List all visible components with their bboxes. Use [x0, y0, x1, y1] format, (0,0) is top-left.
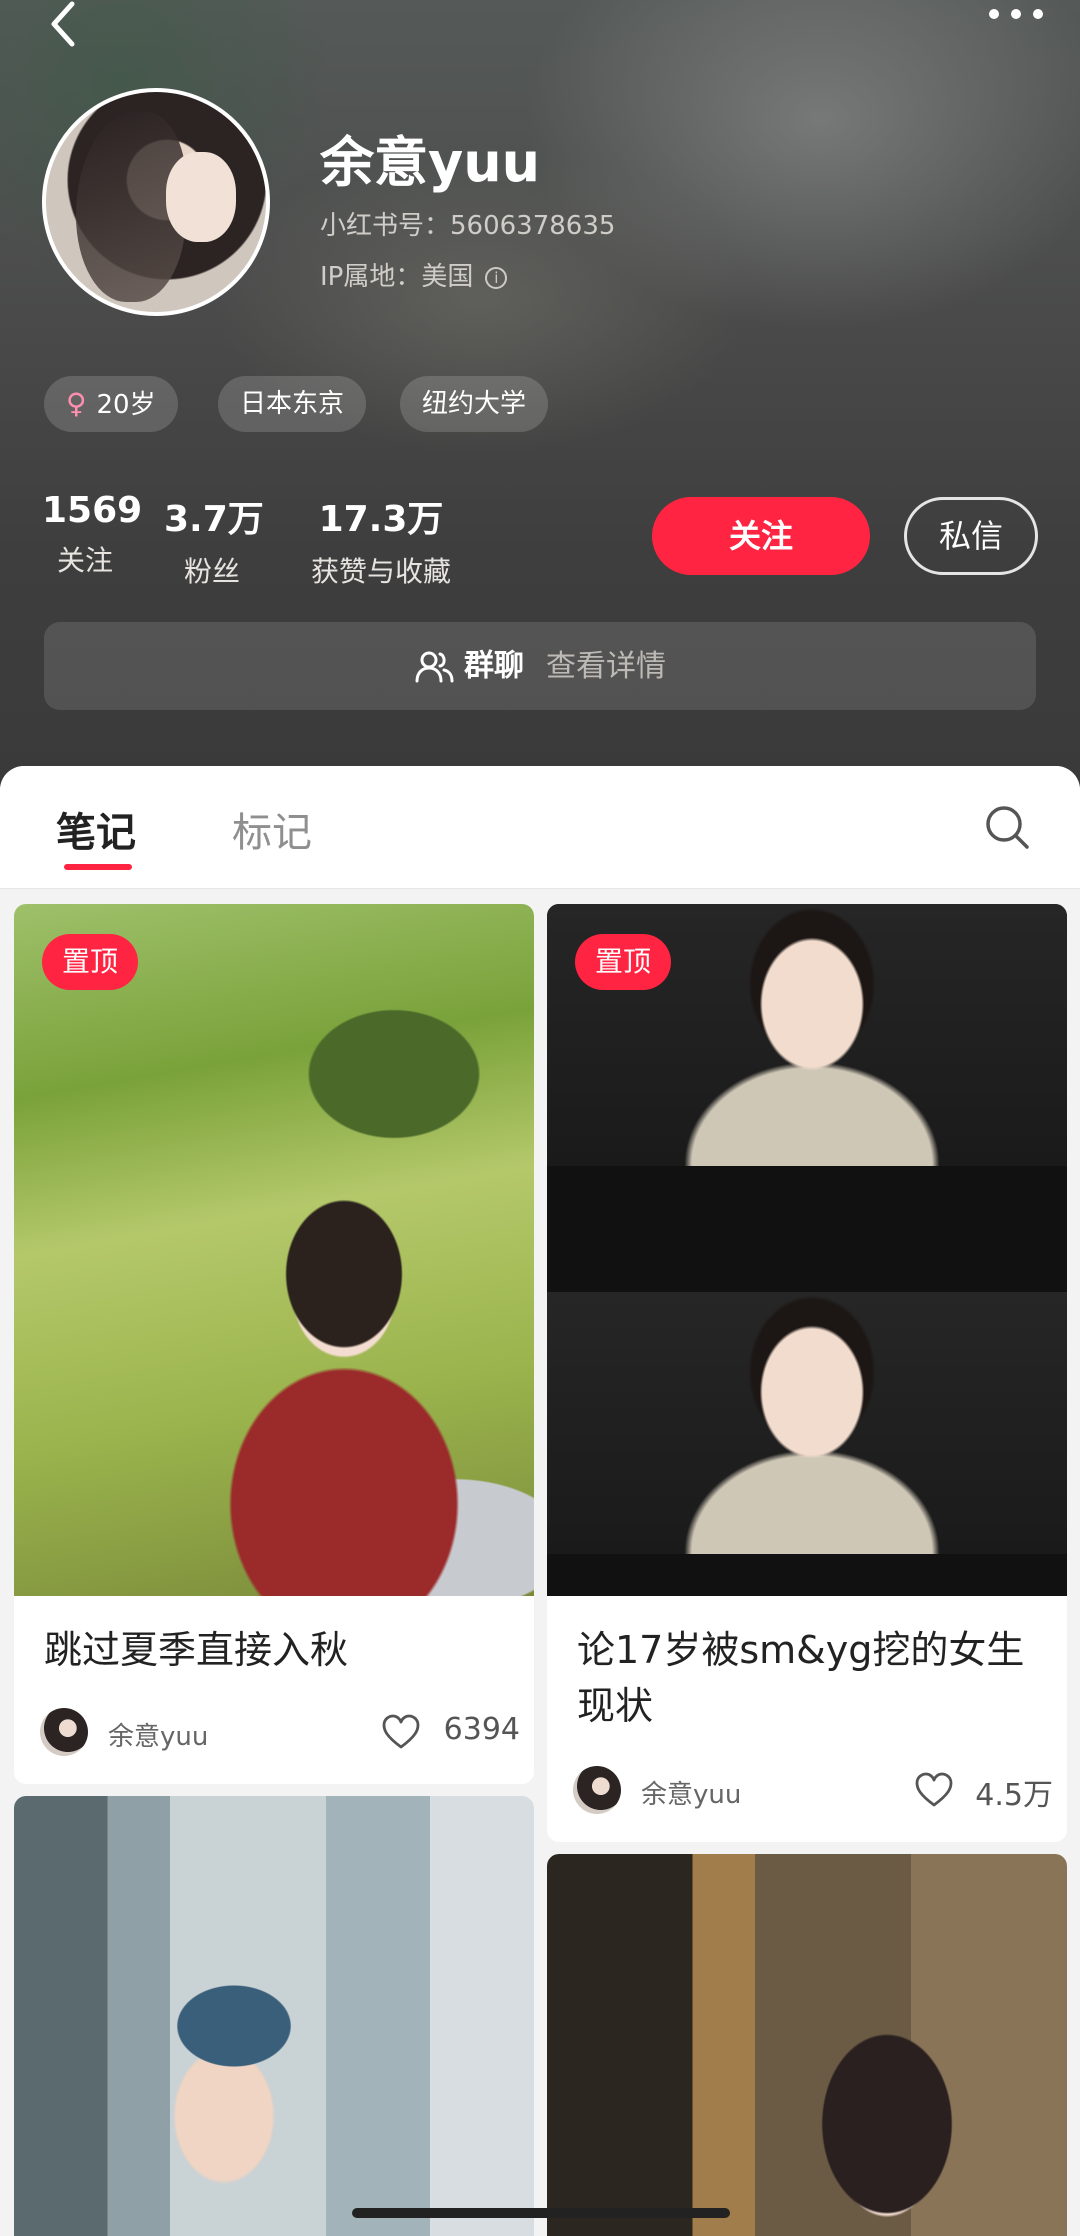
heart-icon[interactable] [382, 1714, 420, 1750]
female-icon: ♀ [66, 387, 87, 420]
likes-label: 获赞与收藏 [310, 555, 451, 588]
message-button[interactable]: 私信 [904, 497, 1038, 575]
author-name[interactable]: 余意yuu [108, 1716, 208, 1753]
ip-location: IP属地：美国 i [320, 256, 508, 293]
profile-username: 余意yuu [320, 131, 541, 194]
stat-following[interactable]: 1569 关注 [42, 490, 143, 579]
author-name[interactable]: 余意yuu [641, 1774, 741, 1811]
like-count: 4.5万 [975, 1778, 1053, 1813]
note-card[interactable] [14, 1796, 534, 2236]
stat-fans[interactable]: 3.7万 粉丝 [164, 490, 264, 590]
group-detail: 查看详情 [546, 648, 666, 684]
note-cover-image [547, 1854, 1067, 2236]
group-label: 群聊 [464, 648, 524, 684]
pin-badge: 置顶 [42, 934, 138, 990]
following-label: 关注 [56, 544, 113, 577]
group-chat-bar[interactable]: 群聊 查看详情 [44, 622, 1036, 710]
follow-button[interactable]: 关注 [652, 497, 870, 575]
more-icon[interactable] [986, 4, 1046, 24]
like-count: 6394 [443, 1712, 520, 1747]
note-meta: 余意yuu 6394 [40, 1704, 520, 1760]
note-title: 论17岁被sm&yg挖的女生现状 [577, 1628, 1025, 1728]
tab-bar: 笔记 标记 [0, 766, 1080, 889]
author-avatar[interactable] [40, 1708, 88, 1756]
tag-school: 纽约大学 [400, 376, 549, 432]
tag-age: ♀ 20岁 [44, 376, 178, 432]
note-card[interactable]: 置顶 跳过夏季直接入秋 余意yuu 6394 [14, 904, 534, 1784]
note-title: 跳过夏季直接入秋 [44, 1628, 349, 1672]
note-meta: 余意yuu 4.5万 [573, 1762, 1053, 1818]
stat-likes[interactable]: 17.3万 获赞与收藏 [296, 490, 466, 590]
home-indicator[interactable] [352, 2208, 730, 2218]
note-card[interactable] [547, 1854, 1067, 2236]
notes-section: 笔记 标记 置顶 跳过夏季直接入秋 余意yuu 6394 置顶 论17岁被sm&… [0, 766, 1080, 2236]
avatar[interactable] [42, 88, 270, 316]
tab-notes[interactable]: 笔记 [56, 800, 136, 858]
following-count: 1569 [42, 490, 143, 531]
note-card[interactable]: 置顶 论17岁被sm&yg挖的女生现状 余意yuu 4.5万 [547, 904, 1067, 1842]
pin-badge: 置顶 [575, 934, 671, 990]
tag-city: 日本东京 [218, 376, 367, 432]
tab-active-indicator [64, 864, 132, 870]
heart-icon[interactable] [915, 1772, 953, 1808]
note-cover-image [14, 904, 534, 1596]
fans-count: 3.7万 [164, 499, 264, 540]
red-id: 小红书号：5606378635 [320, 211, 616, 241]
note-cover-image [547, 904, 1067, 1596]
profile-header: 余意yuu 小红书号：5606378635 IP属地：美国 i ♀ 20岁 日本东京… [0, 0, 1080, 790]
info-icon[interactable]: i [485, 266, 508, 289]
tab-marks[interactable]: 标记 [232, 800, 312, 858]
cover-panel [547, 1292, 1067, 1554]
back-icon[interactable] [42, 0, 92, 50]
ip-location-text: IP属地：美国 [320, 262, 474, 292]
fans-label: 粉丝 [183, 555, 240, 588]
search-icon[interactable] [984, 804, 1030, 850]
note-cover-image [14, 1796, 534, 2236]
author-avatar[interactable] [573, 1766, 621, 1814]
likes-count: 17.3万 [318, 499, 444, 540]
group-icon [415, 651, 454, 682]
tag-age-text: 20岁 [96, 390, 156, 420]
